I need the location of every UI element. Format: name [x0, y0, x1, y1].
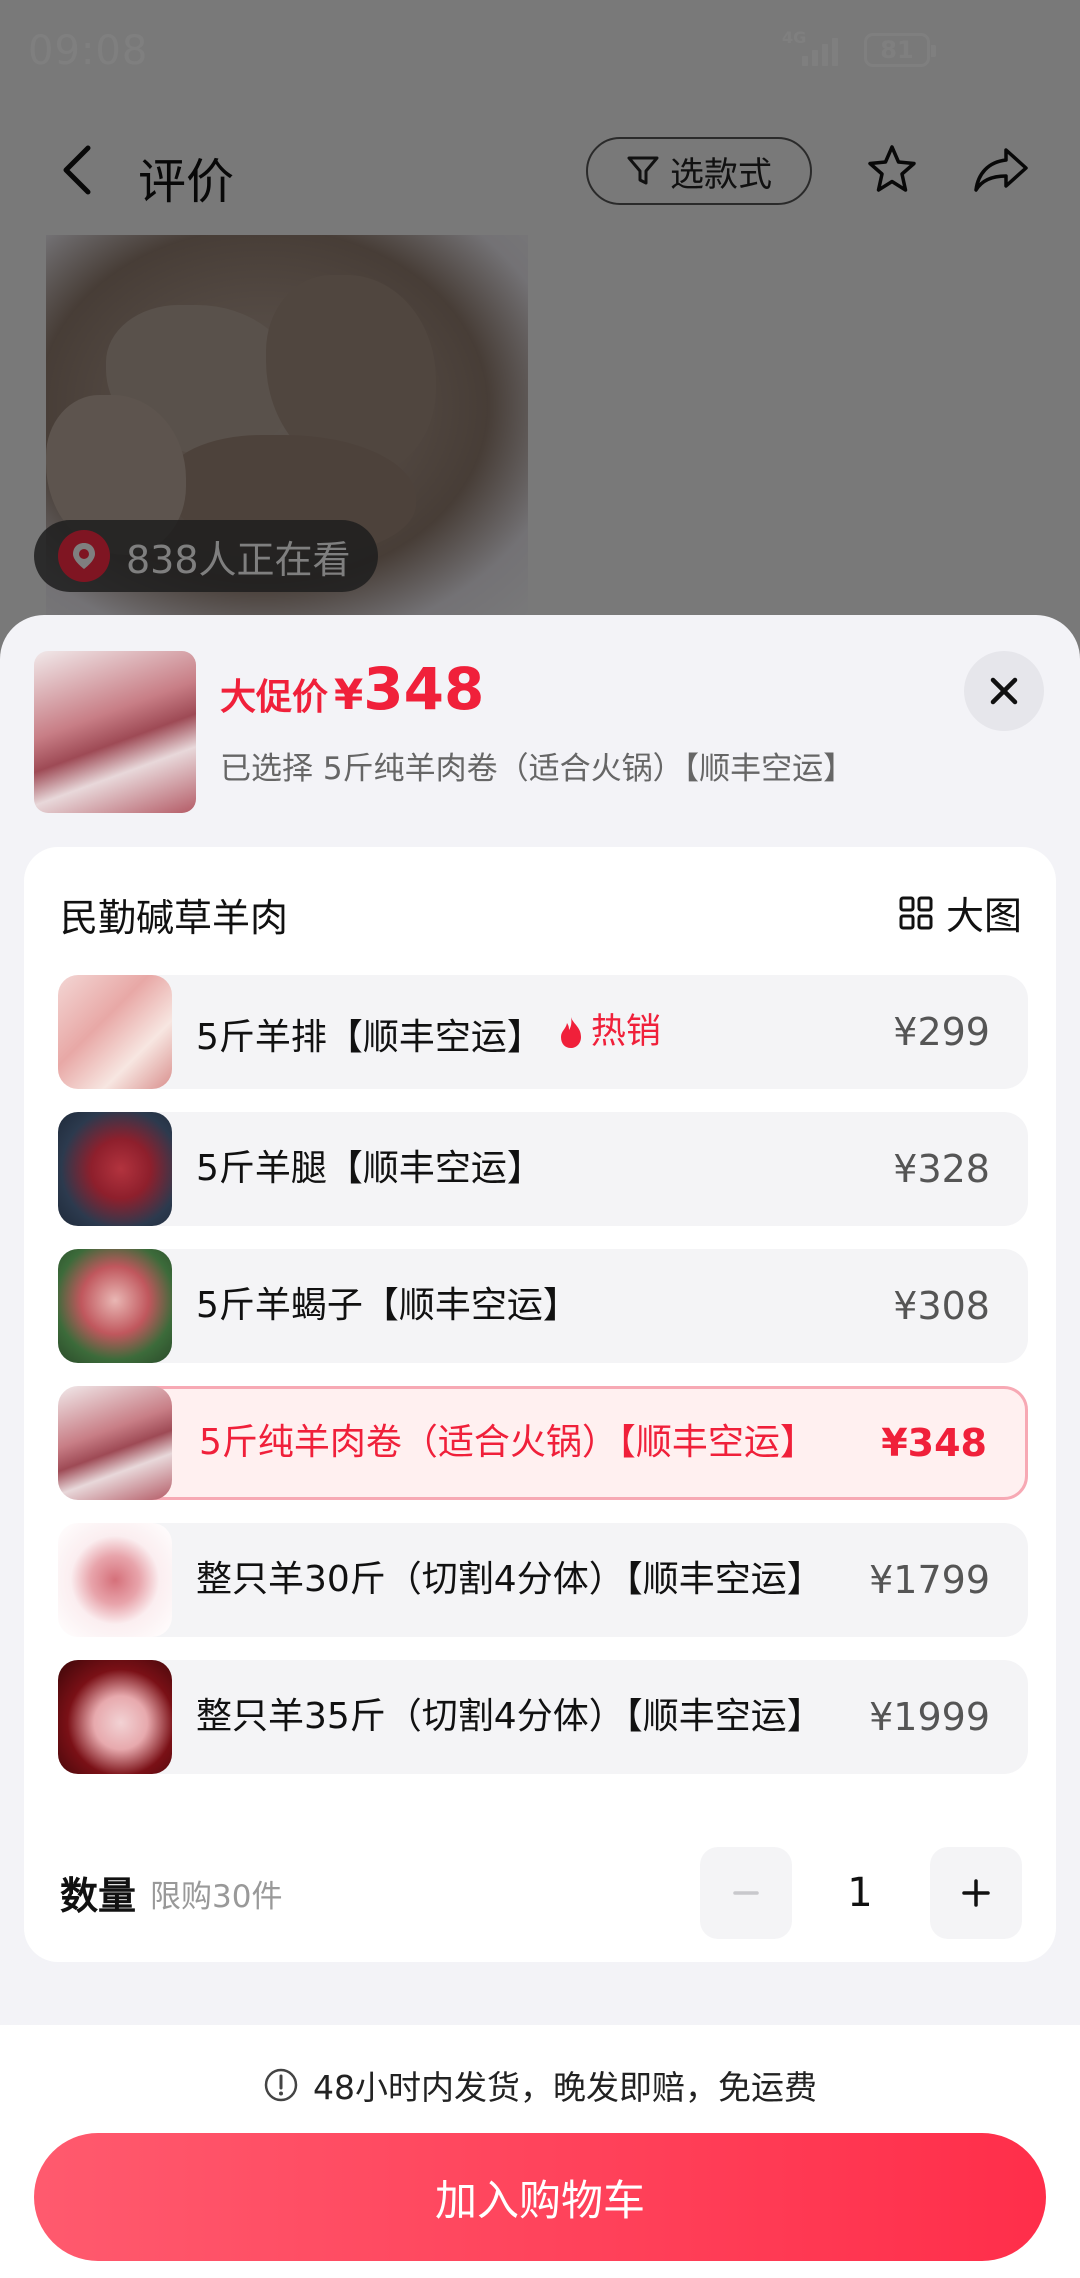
sku-option[interactable]: 整只羊30斤（切割4分体）【顺丰空运】 ¥1799: [58, 1523, 1028, 1637]
product-title: 民勤碱草羊肉: [60, 896, 289, 940]
sku-name-text: 5斤羊排【顺丰空运】: [196, 1017, 543, 1058]
quantity-decrease-button[interactable]: [700, 1847, 792, 1939]
sku-thumbnail: [58, 1249, 172, 1363]
sku-option[interactable]: 5斤羊蝎子【顺丰空运】 ¥308: [58, 1249, 1028, 1363]
sku-thumbnail: [58, 975, 172, 1089]
sku-price: ¥308: [893, 1284, 990, 1328]
sku-price: ¥328: [893, 1147, 990, 1191]
hot-badge-label: 热销: [590, 1012, 661, 1052]
close-icon: [990, 677, 1018, 705]
flame-icon: [560, 1017, 581, 1048]
plus-icon: [962, 1879, 990, 1907]
grid-icon: [899, 896, 933, 929]
sku-thumbnail: [58, 1386, 172, 1500]
quantity-value[interactable]: 1: [814, 1847, 906, 1939]
price-label: 大促价: [220, 677, 329, 718]
info-icon: [264, 2068, 298, 2102]
price-value: 348: [363, 655, 485, 723]
sku-option[interactable]: 5斤羊腿【顺丰空运】 ¥328: [58, 1112, 1028, 1226]
quantity-increase-button[interactable]: [930, 1847, 1022, 1939]
price-line: 大促价 ¥ 348: [220, 655, 484, 723]
minus-icon: [733, 1891, 759, 1895]
sku-name: 整只羊30斤（切割4分体）【顺丰空运】: [196, 1559, 823, 1600]
sku-sheet: 大促价 ¥ 348 已选择 5斤纯羊肉卷（适合火锅）【顺丰空运】 民勤碱草羊肉 …: [0, 615, 1080, 2278]
hot-badge: 热销: [557, 975, 661, 1089]
close-button[interactable]: [964, 651, 1044, 731]
selected-sku-thumbnail[interactable]: [34, 651, 196, 813]
price-currency: ¥: [334, 670, 364, 719]
sku-name: 5斤纯羊肉卷（适合火锅）【顺丰空运】: [199, 1422, 816, 1463]
sku-name: 5斤羊腿【顺丰空运】: [196, 1148, 543, 1189]
sku-option[interactable]: 5斤羊排【顺丰空运】 热销 ¥299: [58, 975, 1028, 1089]
sku-thumbnail: [58, 1112, 172, 1226]
sku-thumbnail: [58, 1660, 172, 1774]
add-to-cart-button[interactable]: 加入购物车: [34, 2133, 1046, 2261]
sku-name: 5斤羊排【顺丰空运】 热销: [196, 975, 661, 1089]
sku-thumbnail: [58, 1523, 172, 1637]
sku-price: ¥1999: [869, 1695, 990, 1739]
dim-overlay[interactable]: [0, 0, 1080, 640]
quantity-label: 数量: [60, 1874, 137, 1918]
sku-card: 民勤碱草羊肉 大图 5斤羊排【顺丰空运】 热销 ¥299 5斤羊腿【顺丰空运】 ¥…: [24, 847, 1056, 1962]
footer: 48小时内发货，晚发即赔，免运费 加入购物车: [0, 2025, 1080, 2278]
sku-price: ¥299: [893, 1010, 990, 1054]
big-view-button[interactable]: 大图: [898, 885, 1022, 940]
sku-option-selected[interactable]: 5斤纯羊肉卷（适合火锅）【顺丰空运】 ¥348: [58, 1386, 1028, 1500]
sku-name: 5斤羊蝎子【顺丰空运】: [196, 1285, 579, 1326]
selected-sku-text: 已选择 5斤纯羊肉卷（适合火锅）【顺丰空运】: [220, 751, 855, 787]
shipping-notice: 48小时内发货，晚发即赔，免运费: [0, 2061, 1080, 2109]
sku-option[interactable]: 整只羊35斤（切割4分体）【顺丰空运】 ¥1999: [58, 1660, 1028, 1774]
big-view-label: 大图: [945, 894, 1022, 938]
sku-price: ¥1799: [869, 1558, 990, 1602]
shipping-notice-text: 48小时内发货，晚发即赔，免运费: [313, 2068, 817, 2107]
sku-name: 整只羊35斤（切割4分体）【顺丰空运】: [196, 1696, 823, 1737]
quantity-limit: 限购30件: [150, 1879, 283, 1915]
sku-price: ¥348: [881, 1421, 987, 1465]
